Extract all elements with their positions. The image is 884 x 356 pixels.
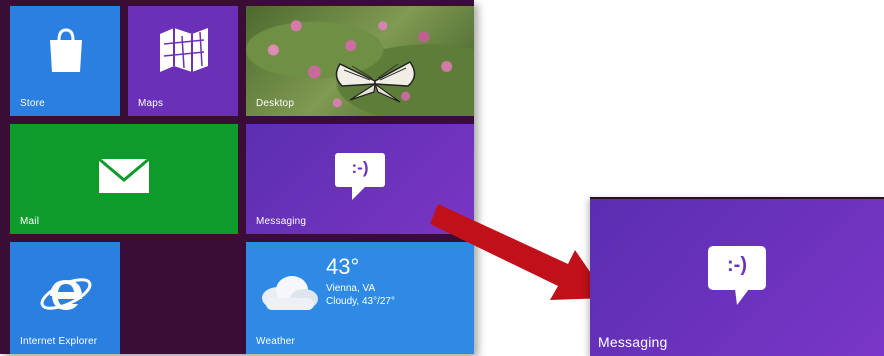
tile-mail[interactable]: Mail [10, 124, 238, 234]
weather-details: Vienna, VA Cloudy, 43°/27° [326, 282, 395, 308]
tile-store[interactable]: Store [10, 6, 120, 116]
tile-store-label: Store [20, 98, 45, 109]
tile-maps[interactable]: Maps [128, 6, 238, 116]
butterfly-image [335, 61, 416, 103]
zoomed-messaging-tile[interactable]: :-) Messaging [590, 197, 884, 356]
zoomed-emoticon: :-) [727, 254, 747, 276]
messaging-emoticon: :-) [351, 158, 369, 177]
envelope-icon [98, 158, 150, 193]
shopping-bag-icon [50, 28, 82, 72]
weather-condition: Cloudy, 43°/27° [326, 296, 395, 307]
start-screen: Store Maps Desktop Mail:-) Messaging In… [0, 0, 474, 354]
tile-messaging-label: Messaging [256, 216, 307, 227]
tile-desktop[interactable]: Desktop [246, 6, 474, 116]
weather-location: Vienna, VA [326, 283, 376, 294]
tile-mail-label: Mail [20, 216, 40, 227]
zoomed-tile-label: Messaging [598, 334, 668, 350]
smiley-bubble-icon: :-) [707, 245, 767, 307]
tile-internet-explorer[interactable]: Internet Explorer [10, 242, 120, 354]
weather-temperature: 43° [326, 254, 360, 279]
map-icon [160, 28, 208, 72]
tile-weather-label: Weather [256, 336, 296, 347]
tile-maps-label: Maps [138, 98, 164, 109]
smiley-bubble-icon: :-) [334, 152, 386, 202]
ie-logo-icon [40, 278, 92, 310]
cloud-icon [262, 276, 318, 310]
tile-ie-label: Internet Explorer [20, 336, 98, 347]
empty-slot [128, 242, 238, 354]
tile-desktop-label: Desktop [256, 98, 295, 109]
